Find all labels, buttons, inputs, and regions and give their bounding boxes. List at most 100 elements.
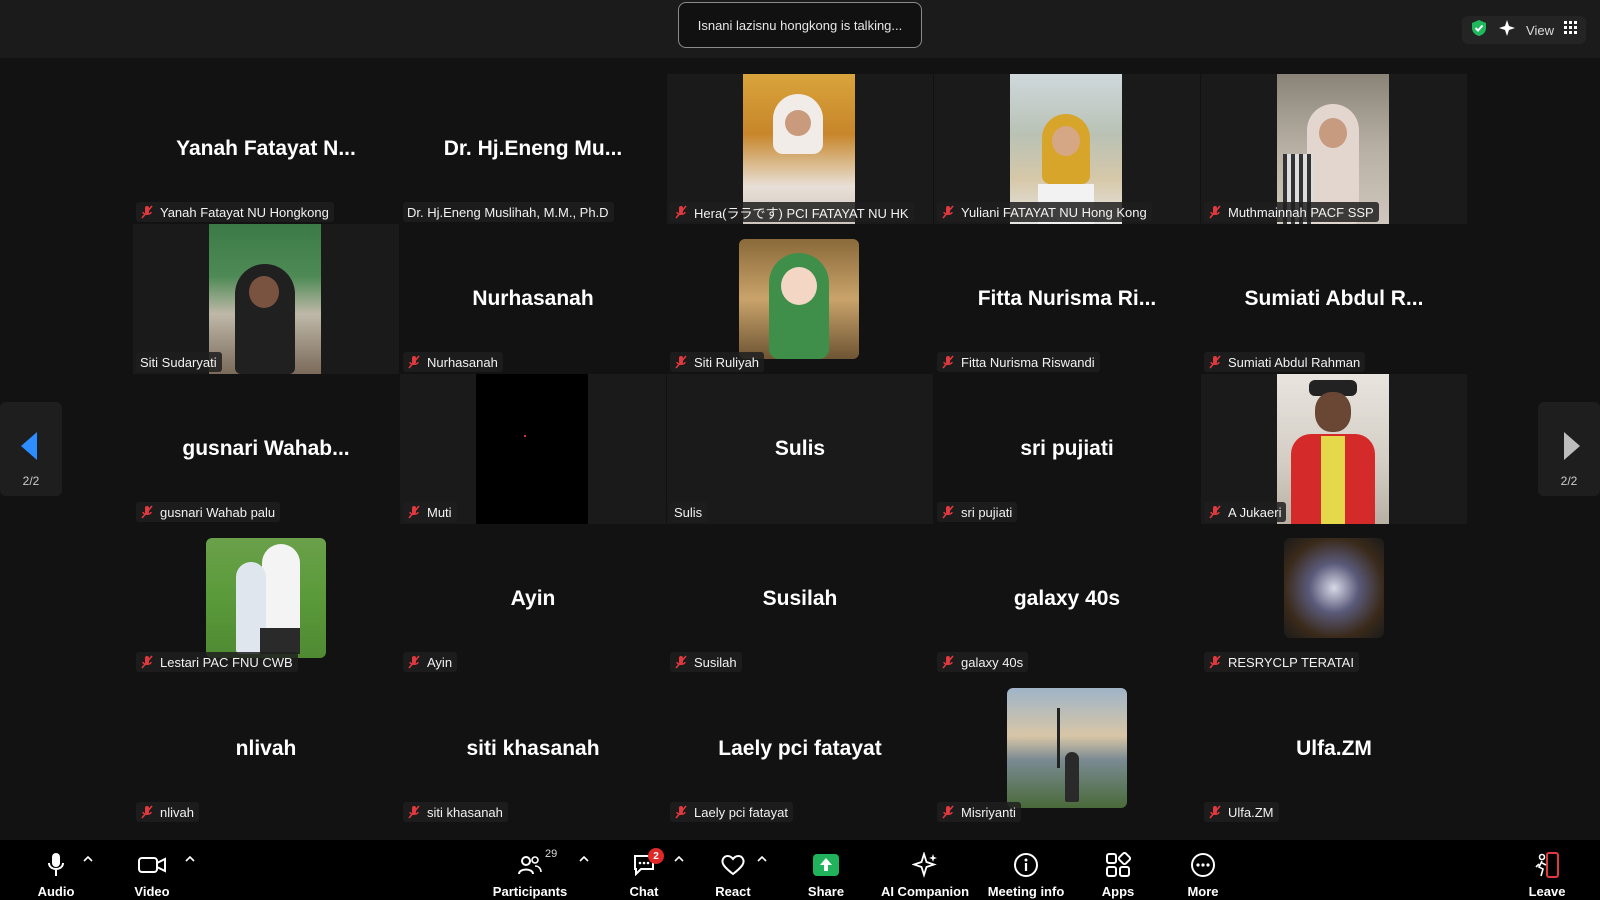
- leave-button[interactable]: Leave: [1525, 840, 1569, 900]
- mic-muted-icon: [141, 205, 153, 219]
- security-shield-icon[interactable]: [1470, 19, 1488, 42]
- profile-picture: [739, 239, 859, 359]
- previous-page-button[interactable]: 2/2: [0, 402, 62, 496]
- participant-tile[interactable]: Hera(ララです) PCI FATAYAT NU HK: [667, 74, 933, 224]
- microphone-icon: [48, 853, 64, 876]
- mic-muted-icon: [942, 355, 954, 369]
- participant-name-tag: Yuliani FATAYAT NU Hong Kong: [937, 202, 1152, 222]
- participant-name-tag: Muthmainnah PACF SSP: [1204, 202, 1379, 222]
- profile-picture: [1284, 538, 1384, 638]
- participant-tile[interactable]: RESRYCLP TERATAI: [1201, 524, 1467, 674]
- participant-name-tag: Siti Sudaryati: [136, 352, 222, 372]
- participant-tile[interactable]: galaxy 40s galaxy 40s: [934, 524, 1200, 674]
- video-button[interactable]: Video: [130, 840, 174, 900]
- participant-tile[interactable]: Yuliani FATAYAT NU Hong Kong: [934, 74, 1200, 224]
- info-icon: [1014, 853, 1038, 877]
- video-feed: [1277, 374, 1389, 524]
- heart-icon: [721, 855, 745, 876]
- more-button[interactable]: More: [1181, 840, 1225, 900]
- share-screen-icon: [813, 854, 839, 876]
- profile-picture: [1007, 688, 1127, 808]
- mic-muted-icon: [675, 655, 687, 669]
- mic-muted-icon: [408, 505, 420, 519]
- react-options-chevron-icon[interactable]: [757, 854, 767, 864]
- mic-muted-icon: [408, 805, 420, 819]
- participant-name-tag: Yanah Fatayat NU Hongkong: [136, 202, 334, 222]
- participant-tile[interactable]: Siti Ruliyah: [667, 224, 933, 374]
- mic-muted-icon: [1209, 655, 1221, 669]
- participant-name-tag: Muti: [403, 502, 457, 522]
- participant-tile[interactable]: Yanah Fatayat N... Yanah Fatayat NU Hong…: [133, 74, 399, 224]
- mic-muted-icon: [141, 805, 153, 819]
- participant-tile[interactable]: gusnari Wahab... gusnari Wahab palu: [133, 374, 399, 524]
- participant-name-tag: Sulis: [670, 502, 708, 522]
- mic-muted-icon: [1209, 805, 1221, 819]
- mic-muted-icon: [141, 505, 153, 519]
- mic-muted-icon: [675, 205, 687, 219]
- participant-name-tag: Lestari PAC FNU CWB: [136, 652, 298, 672]
- view-button[interactable]: View: [1526, 23, 1554, 38]
- participant-tile[interactable]: Ulfa.ZM Ulfa.ZM: [1201, 674, 1467, 824]
- video-feed: [476, 374, 588, 524]
- participant-tile[interactable]: Muthmainnah PACF SSP: [1201, 74, 1467, 224]
- participant-tile[interactable]: Sumiati Abdul R... Sumiati Abdul Rahman: [1201, 224, 1467, 374]
- participant-name-tag: Ulfa.ZM: [1204, 802, 1279, 822]
- apps-button[interactable]: Apps: [1096, 840, 1140, 900]
- video-options-chevron-icon[interactable]: [185, 854, 195, 864]
- participant-tile[interactable]: Nurhasanah Nurhasanah: [400, 224, 666, 374]
- participant-name-tag: Siti Ruliyah: [670, 352, 765, 372]
- participant-tile[interactable]: Laely pci fatayat Laely pci fatayat: [667, 674, 933, 824]
- meeting-toolbar: Audio Video 29 Participants 2 Chat React…: [0, 840, 1600, 900]
- leave-door-icon: [1535, 852, 1559, 878]
- participant-tile[interactable]: Muti: [400, 374, 666, 524]
- apps-icon: [1106, 852, 1131, 877]
- mic-muted-icon: [942, 205, 954, 219]
- participants-icon: [518, 856, 542, 875]
- audio-options-chevron-icon[interactable]: [83, 854, 93, 864]
- react-button[interactable]: React: [711, 840, 755, 900]
- participants-count: 29: [545, 848, 558, 860]
- video-camera-icon: [138, 857, 166, 873]
- participant-tile[interactable]: Susilah Susilah: [667, 524, 933, 674]
- participant-tile[interactable]: siti khasanah siti khasanah: [400, 674, 666, 824]
- more-ellipsis-icon: [1191, 853, 1215, 877]
- participant-tile[interactable]: Sulis Sulis: [667, 374, 933, 524]
- mic-muted-icon: [942, 655, 954, 669]
- meeting-info-button[interactable]: Meeting info: [981, 840, 1071, 900]
- participants-options-chevron-icon[interactable]: [579, 854, 589, 864]
- participant-tile[interactable]: Ayin Ayin: [400, 524, 666, 674]
- ai-companion-button[interactable]: AI Companion: [880, 840, 970, 900]
- participant-name-tag: Misriyanti: [937, 802, 1021, 822]
- participants-button[interactable]: 29 Participants: [493, 840, 567, 900]
- chat-button[interactable]: 2 Chat: [622, 840, 666, 900]
- mic-muted-icon: [141, 655, 153, 669]
- participant-name-tag: Dr. Hj.Eneng Muslihah, M.M., Ph.D: [403, 202, 614, 222]
- participant-tile[interactable]: Siti Sudaryati: [133, 224, 399, 374]
- participant-tile[interactable]: Dr. Hj.Eneng Mu... Dr. Hj.Eneng Muslihah…: [400, 74, 666, 224]
- participant-tile[interactable]: nlivah nlivah: [133, 674, 399, 824]
- participant-tile[interactable]: Misriyanti: [934, 674, 1200, 824]
- mic-muted-icon: [1209, 205, 1221, 219]
- chat-options-chevron-icon[interactable]: [674, 854, 684, 864]
- next-page-button[interactable]: 2/2: [1538, 402, 1600, 496]
- chat-unread-badge: 2: [648, 848, 664, 864]
- participant-name-tag: Nurhasanah: [403, 352, 503, 372]
- grid-view-icon[interactable]: [1564, 20, 1578, 40]
- participant-name-tag: gusnari Wahab palu: [136, 502, 281, 522]
- participant-name-tag: galaxy 40s: [937, 652, 1029, 672]
- participant-tile[interactable]: Fitta Nurisma Ri... Fitta Nurisma Riswan…: [934, 224, 1200, 374]
- mic-muted-icon: [1209, 505, 1221, 519]
- audio-button[interactable]: Audio: [34, 840, 78, 900]
- participant-tile[interactable]: Lestari PAC FNU CWB: [133, 524, 399, 674]
- mic-muted-icon: [675, 805, 687, 819]
- participant-name-tag: Susilah: [670, 652, 742, 672]
- profile-picture: [206, 538, 326, 658]
- mic-muted-icon: [1209, 355, 1221, 369]
- mic-muted-icon: [408, 355, 420, 369]
- participant-display-name: Sulis: [774, 437, 826, 460]
- participant-grid: Yanah Fatayat N... Yanah Fatayat NU Hong…: [133, 74, 1467, 824]
- participant-tile[interactable]: A Jukaeri: [1201, 374, 1467, 524]
- participant-tile[interactable]: sri pujiati sri pujiati: [934, 374, 1200, 524]
- ai-sparkle-icon[interactable]: [1498, 19, 1516, 42]
- share-button[interactable]: Share: [804, 840, 848, 900]
